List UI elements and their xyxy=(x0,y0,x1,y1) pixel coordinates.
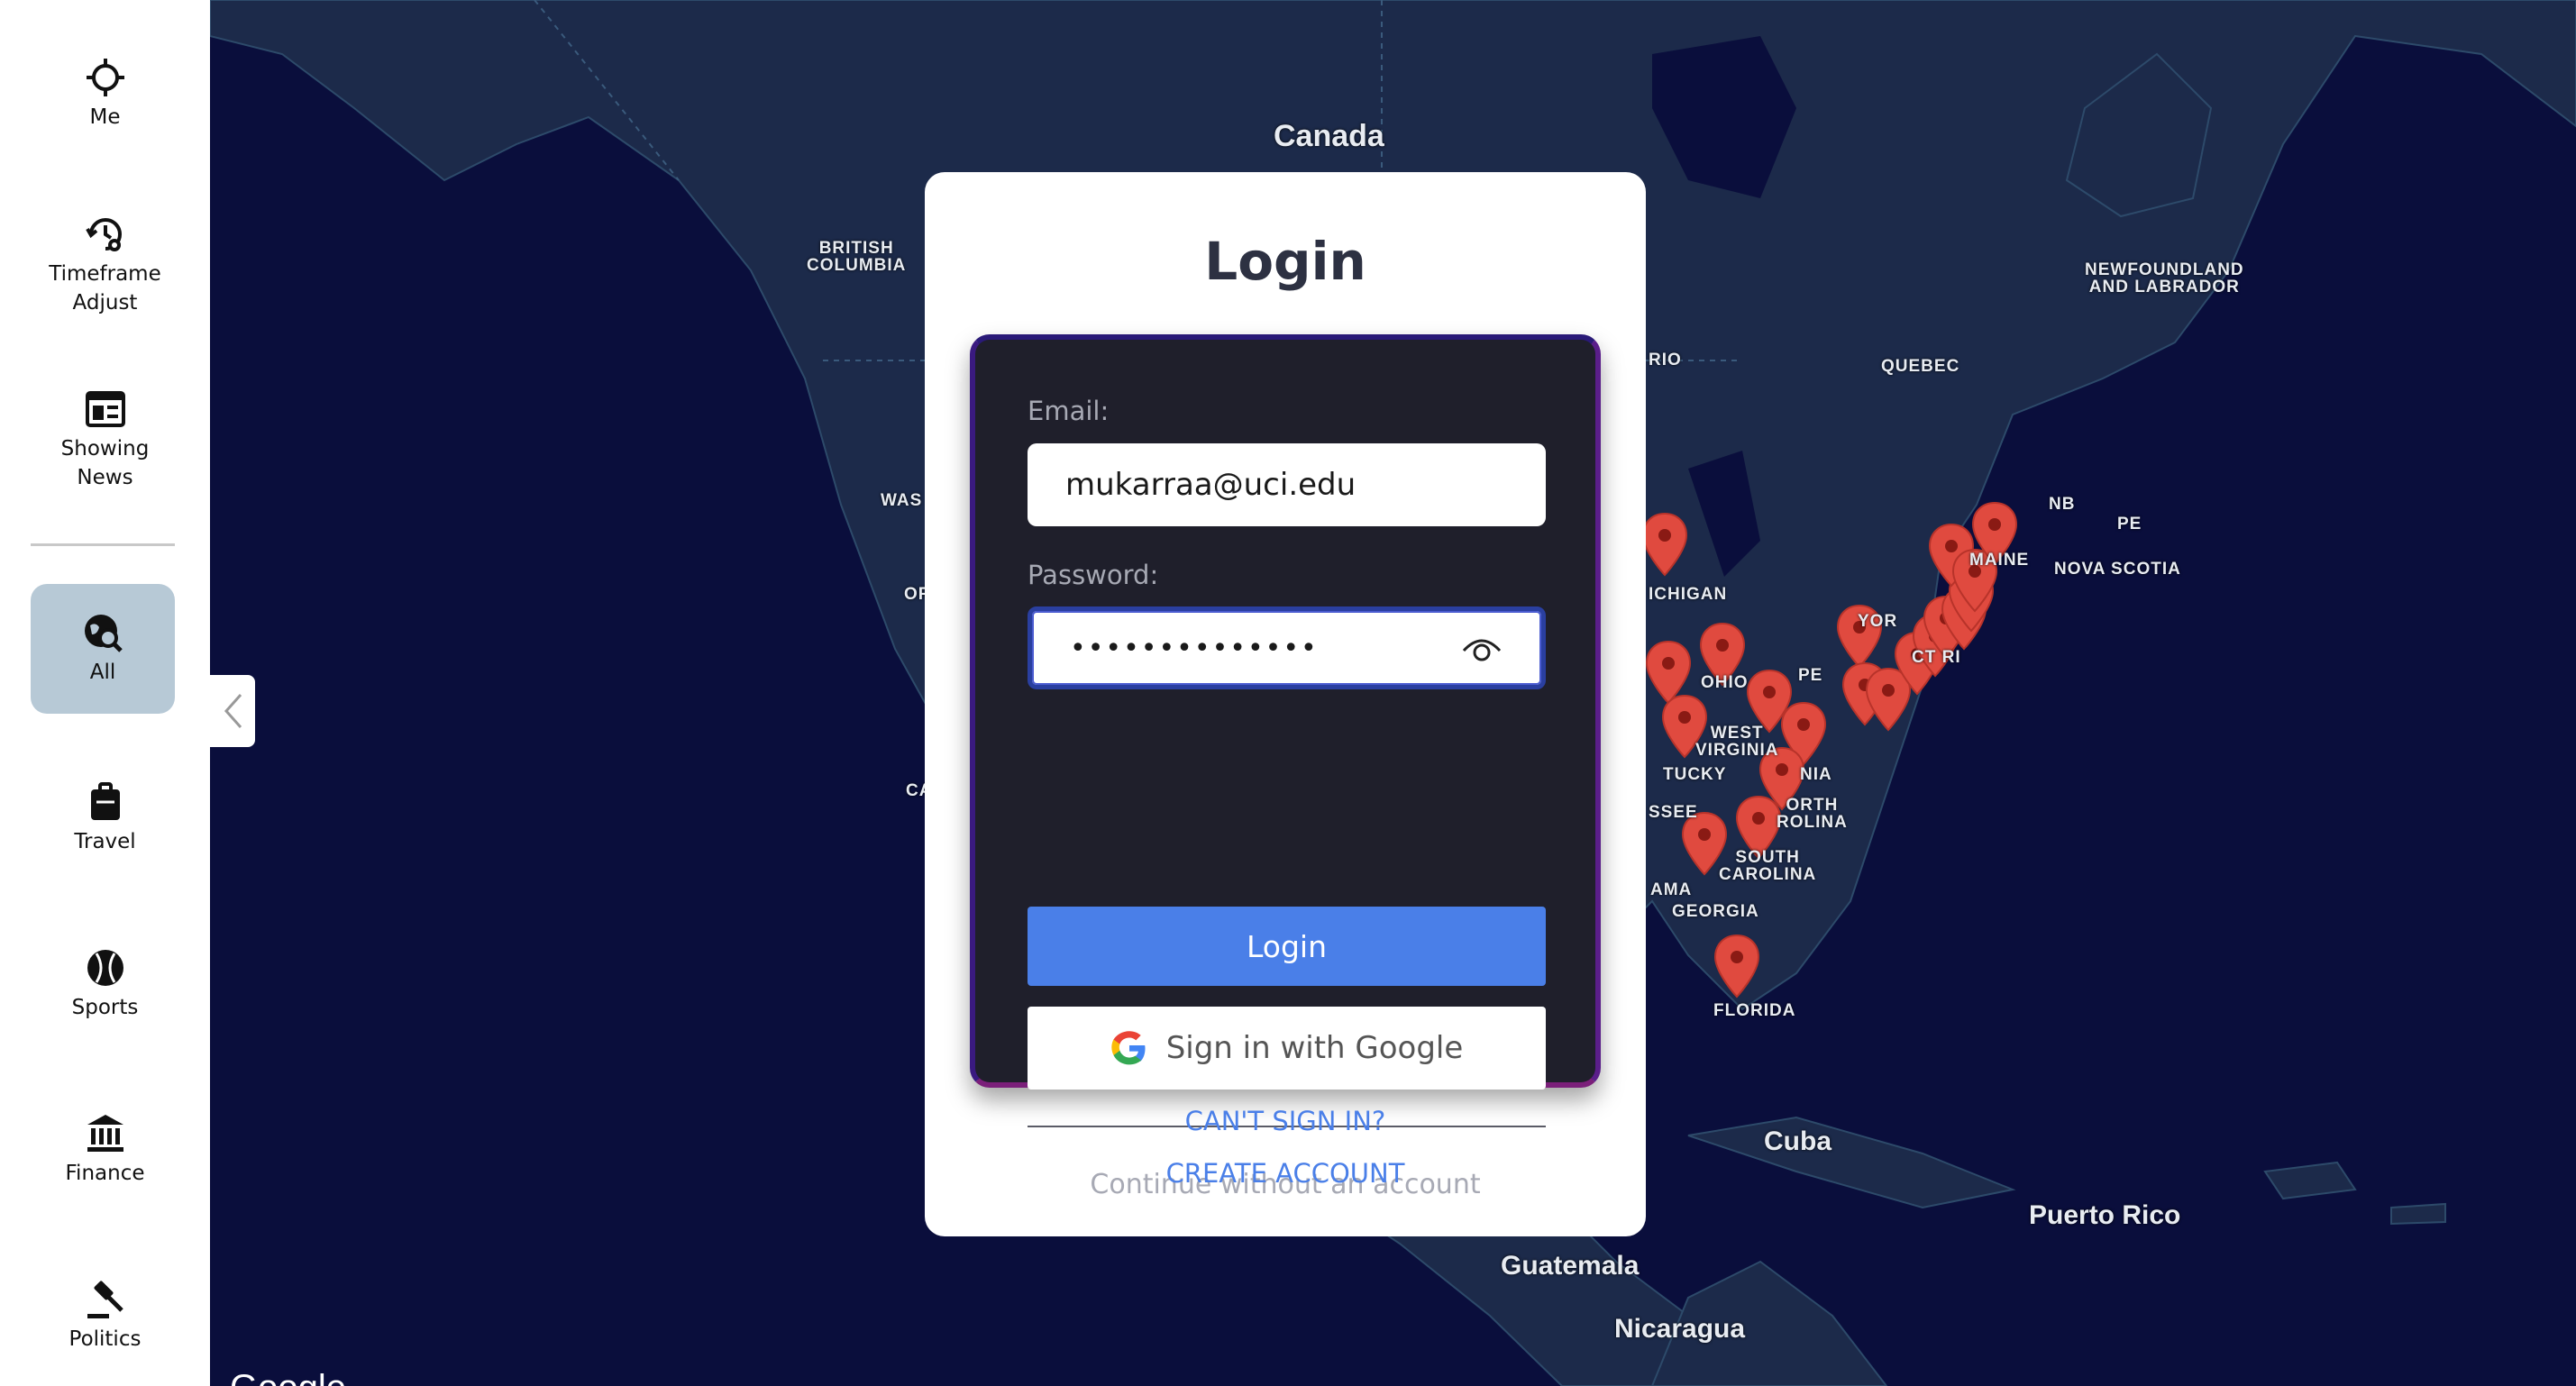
sidebar-item-label: Travel xyxy=(74,830,136,853)
sidebar-divider xyxy=(31,543,175,546)
map-label-maine: MAINE xyxy=(1969,551,2030,570)
sports-ball-icon xyxy=(87,950,123,986)
map-label-ct-ri: CT RI xyxy=(1912,648,1961,667)
create-account-link[interactable]: CREATE ACCOUNT xyxy=(925,1158,1646,1189)
map-label-washington: WAS xyxy=(881,491,923,510)
map-label-newfoundland: NEWFOUNDLAND AND LABRADOR xyxy=(2085,260,2244,296)
bank-icon xyxy=(87,1115,123,1152)
google-button-label: Sign in with Google xyxy=(1165,1030,1464,1066)
sidebar-item-label: Politics xyxy=(69,1327,142,1351)
map-label-kentucky: TUCKY xyxy=(1663,765,1727,784)
map-label-new-york: YOR xyxy=(1858,612,1898,631)
sidebar-item-travel[interactable]: Travel xyxy=(0,780,210,856)
map-label-virginia: NIA xyxy=(1800,765,1832,784)
password-label: Password: xyxy=(1028,560,1159,590)
google-attribution: Google xyxy=(230,1368,346,1386)
map-label-west-virginia: WEST VIRGINIA xyxy=(1695,724,1779,760)
gavel-icon xyxy=(87,1281,123,1318)
newspaper-icon xyxy=(85,391,125,427)
login-button[interactable]: Login xyxy=(1028,907,1546,986)
map-label-pennsylvania: PE xyxy=(1798,666,1823,685)
google-sign-in-button[interactable]: Sign in with Google xyxy=(1028,1007,1546,1090)
map-label-tennessee: SSEE xyxy=(1649,803,1698,822)
show-password-eye-icon[interactable] xyxy=(1460,631,1503,667)
category-sidebar: Me Timeframe Adjust Showing News All Tra… xyxy=(0,0,210,1386)
map-pin[interactable] xyxy=(1713,934,1760,998)
chevron-left-icon xyxy=(224,694,242,728)
sidebar-item-label: Showing News xyxy=(60,437,150,489)
sidebar-item-label: Finance xyxy=(65,1162,145,1185)
sidebar-item-label: Sports xyxy=(71,996,139,1019)
collapse-sidebar-button[interactable] xyxy=(210,675,255,747)
map-label-pe: PE xyxy=(2117,515,2142,533)
password-field[interactable]: •••••••••••••• xyxy=(1028,606,1546,689)
sidebar-item-me[interactable]: Me xyxy=(0,56,210,132)
sidebar-item-politics[interactable]: Politics xyxy=(0,1278,210,1354)
map-label-ontario: RIO xyxy=(1649,351,1682,369)
email-label: Email: xyxy=(1028,396,1110,426)
email-value: mukarraa@uci.edu xyxy=(1065,467,1357,503)
sidebar-item-finance[interactable]: Finance xyxy=(0,1112,210,1188)
sidebar-item-all[interactable]: All xyxy=(31,584,175,714)
map-label-nova-scotia: NOVA SCOTIA xyxy=(2054,560,2181,579)
login-title: Login xyxy=(1204,231,1366,292)
map-label-south-carolina: SOUTH CAROLINA xyxy=(1719,848,1817,884)
sidebar-item-label: Timeframe Adjust xyxy=(49,262,161,315)
map-label-michigan: ICHIGAN xyxy=(1649,585,1728,604)
google-logo-icon xyxy=(1111,1031,1146,1065)
sidebar-item-label: Me xyxy=(89,105,121,129)
map-label-guatemala: Guatemala xyxy=(1501,1251,1640,1281)
password-value: •••••••••••••• xyxy=(1070,632,1319,664)
map-label-florida: FLORIDA xyxy=(1713,1001,1796,1020)
crosshair-icon xyxy=(86,59,124,96)
map-label-british-columbia: BRITISH COLUMBIA xyxy=(807,239,907,275)
history-gear-icon xyxy=(85,218,122,251)
globe-search-icon xyxy=(85,615,123,652)
map-label-cuba: Cuba xyxy=(1764,1126,1832,1156)
email-field[interactable]: mukarraa@uci.edu xyxy=(1028,443,1546,526)
login-card: Email: mukarraa@uci.edu Password: ••••••… xyxy=(970,334,1601,1200)
sidebar-item-label: All xyxy=(89,661,116,684)
sidebar-item-timeframe-adjust[interactable]: Timeframe Adjust xyxy=(0,213,210,317)
map-label-nicaragua: Nicaragua xyxy=(1614,1314,1746,1344)
cant-sign-in-link[interactable]: CAN'T SIGN IN? xyxy=(925,1106,1646,1136)
luggage-icon xyxy=(90,782,120,820)
map-label-alabama: AMA xyxy=(1650,880,1693,899)
map-label-canada: Canada xyxy=(1274,119,1384,153)
map-pin[interactable] xyxy=(1641,512,1688,577)
map-label-north-carolina: ORTH ROLINA xyxy=(1777,796,1848,832)
map-label-puerto-rico: Puerto Rico xyxy=(2029,1200,2181,1230)
map-label-georgia: GEORGIA xyxy=(1672,902,1759,921)
sidebar-item-showing-news[interactable]: Showing News xyxy=(0,388,210,492)
login-modal: Login Email: mukarraa@uci.edu Password: … xyxy=(925,172,1646,1236)
map-label-nb: NB xyxy=(2049,495,2076,514)
map-label-ohio: OHIO xyxy=(1701,673,1749,692)
map-label-quebec: QUEBEC xyxy=(1881,357,1960,376)
sidebar-item-sports[interactable]: Sports xyxy=(0,946,210,1022)
